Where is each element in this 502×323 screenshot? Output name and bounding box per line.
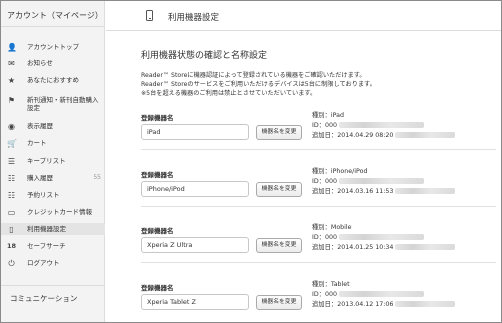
person-icon: 👤 [7, 43, 17, 52]
redacted-id [339, 291, 425, 297]
sidebar-item-label: セーフサーチ [27, 242, 66, 250]
redacted-id [339, 234, 425, 240]
device-name-input[interactable] [141, 181, 249, 197]
sidebar-divider [1, 285, 105, 286]
sidebar-section-title: コミュニケーション [10, 294, 78, 303]
rename-device-button[interactable]: 機器名を変更 [256, 238, 302, 253]
sidebar-item-label: 予約リスト [27, 191, 60, 199]
sidebar-item-label: 利用機器設定 [27, 225, 66, 233]
device-divider [141, 206, 496, 207]
device-id: ID：000 [312, 290, 455, 300]
sidebar-item-label: 新刊通知・新刊自動購入設定 [27, 96, 99, 112]
redacted-id [339, 178, 425, 184]
device-type: 種別：iPad [312, 112, 345, 119]
sidebar-item-label: クレジットカード情報 [27, 208, 92, 216]
rename-device-button[interactable]: 機器名を変更 [256, 125, 302, 140]
sidebar-item-label: カート [27, 139, 47, 147]
description-line: Reader™ Storeのサービスをご利用いただけるデバイスは5台に制限してお… [141, 81, 376, 88]
section-heading: 利用機器状態の確認と名称設定 [141, 51, 268, 61]
description-line: Reader™ Storeに機器認証によって登録されている機器をご確認いただけま… [141, 72, 366, 79]
device-info: 種別：iPhone/iPod ID：000 追加日：2014.03.16 11:… [312, 167, 456, 197]
sidebar-item-label: キープリスト [27, 157, 66, 165]
device-divider [141, 262, 496, 263]
redacted-value [395, 132, 456, 138]
power-icon: ⏻ [8, 259, 15, 268]
device-info: 種別：Tablet ID：000 追加日：2013.04.12 17:06 [312, 280, 456, 310]
redacted-id [339, 122, 425, 128]
sidebar-item-label: あなたにおすすめ [27, 76, 79, 84]
sidebar-item-label: お知らせ [27, 59, 53, 67]
device-name-label: 登録機器名 [141, 114, 174, 122]
device-name-label: 登録機器名 [141, 284, 174, 292]
cart-icon: 🛒 [7, 139, 17, 148]
device-id: ID：000 [312, 177, 455, 187]
list-icon: ☰ [7, 157, 16, 166]
description-line: ※5台を超える機器のご利用は禁止とさせていただいています。 [141, 90, 317, 97]
device-info: 種別：iPad ID：000 追加日：2014.04.29 08:20 [312, 111, 456, 141]
device-added-date: 追加日：2014.01.25 10:34 [312, 243, 456, 253]
purchase-history-icon: ☷ [7, 174, 16, 183]
redacted-value [395, 244, 456, 250]
device-name-label: 登録機器名 [141, 171, 174, 179]
sidebar-item-label: ログアウト [27, 259, 60, 267]
device-added-date: 追加日：2014.03.16 11:53 [312, 187, 456, 197]
device-name-label: 登録機器名 [141, 227, 174, 235]
smartphone-icon [146, 10, 153, 21]
description: Reader™ Storeに機器認証によって登録されている機器をご確認いただけま… [141, 71, 376, 98]
sidebar-item-label: アカウントトップ [27, 43, 79, 51]
device-name-input[interactable] [141, 237, 249, 253]
device-name-input[interactable] [141, 124, 249, 140]
sidebar-item-label: 購入履歴 [27, 174, 53, 182]
mail-icon: ✉ [8, 59, 15, 68]
redacted-value [395, 301, 456, 307]
device-info: 種別：Mobile ID：000 追加日：2014.01.25 10:34 [312, 223, 456, 253]
star-icon: ★ [7, 76, 16, 85]
device-icon: ▯ [9, 225, 14, 234]
device-type: 種別：iPhone/iPod [312, 168, 368, 175]
rename-device-button[interactable]: 機器名を変更 [256, 295, 302, 310]
main-content: 利用機器設定 利用機器状態の確認と名称設定 Reader™ Storeに機器認証… [106, 1, 501, 322]
device-id: ID：000 [312, 233, 455, 243]
age-18-icon: 18 [7, 242, 17, 250]
page-title: 利用機器設定 [168, 13, 220, 23]
flag-icon: ⚑ [7, 96, 16, 105]
sidebar-header: アカウント（マイページ） [1, 1, 104, 27]
sidebar-item-label: 表示履歴 [27, 122, 53, 130]
device-type: 種別：Mobile [312, 224, 352, 231]
device-added-date: 追加日：2014.04.29 08:20 [312, 131, 456, 141]
credit-card-icon: ▭ [7, 208, 16, 217]
sidebar-item-device-settings[interactable]: ▯ 利用機器設定 [1, 223, 105, 235]
device-name-input[interactable] [141, 294, 249, 310]
reservation-icon: ☷ [7, 191, 16, 200]
device-added-date: 追加日：2013.04.12 17:06 [312, 300, 456, 310]
device-divider [141, 149, 496, 150]
rename-device-button[interactable]: 機器名を変更 [256, 182, 302, 197]
eye-icon: ◉ [8, 122, 15, 131]
page-header: 利用機器設定 [106, 1, 501, 31]
device-type: 種別：Tablet [312, 281, 350, 288]
redacted-value [395, 188, 456, 194]
device-id: ID：000 [312, 121, 455, 131]
sidebar: アカウント（マイページ） 👤 アカウントトップ ✉ お知らせ ★ あなたにおすす… [1, 1, 105, 322]
purchase-count-badge: 55 [93, 174, 101, 181]
